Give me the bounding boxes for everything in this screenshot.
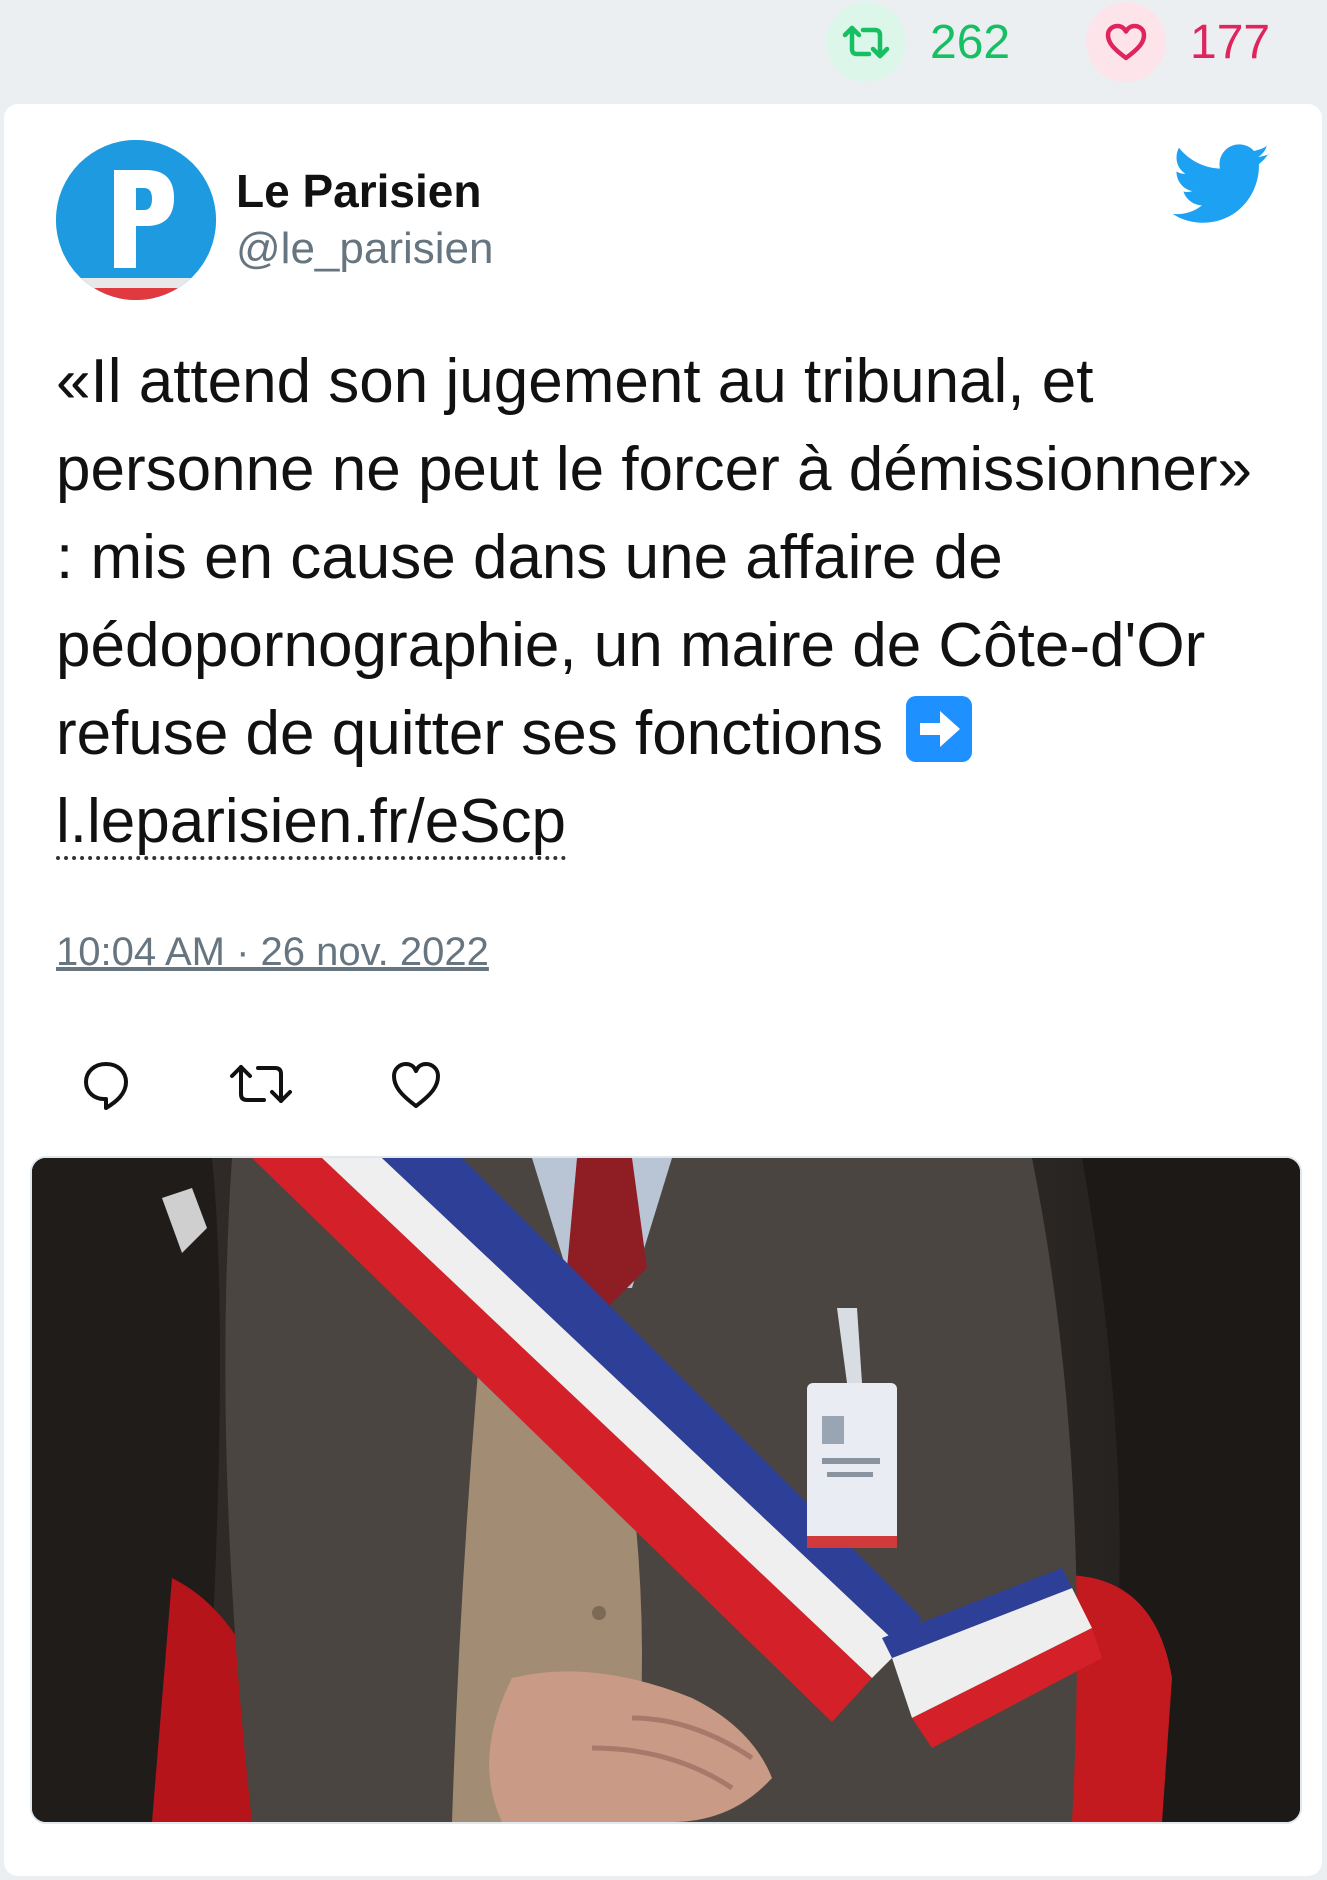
retweet-count: 262 — [930, 15, 1011, 69]
retweet-icon — [826, 2, 906, 82]
heart-button-icon[interactable] — [386, 1054, 446, 1114]
tweet-body: «Il attend son jugement au tribunal, et … — [56, 347, 1252, 768]
retweet-count-stat[interactable]: 262 — [826, 2, 1010, 82]
tweet-link[interactable]: l.leparisien.fr/eScp — [56, 787, 567, 860]
le-parisien-logo — [56, 140, 216, 300]
like-count-stat[interactable]: 177 — [1086, 2, 1270, 82]
retweet-button-icon[interactable] — [226, 1054, 296, 1114]
reply-icon[interactable] — [76, 1054, 136, 1114]
like-count: 177 — [1190, 15, 1271, 69]
heart-icon — [1086, 2, 1166, 82]
photo-mayor-with-sash — [32, 1158, 1300, 1822]
author-name[interactable]: Le Parisien — [236, 164, 481, 218]
tweet-card: Le Parisien @le_parisien «Il attend son … — [4, 104, 1322, 1876]
author-handle[interactable]: @le_parisien — [236, 224, 493, 274]
twitter-bird-icon[interactable] — [1172, 144, 1272, 226]
tweet-text: «Il attend son jugement au tribunal, et … — [56, 338, 1286, 866]
tweet-photo[interactable] — [30, 1156, 1302, 1824]
tweet-timestamp[interactable]: 10:04 AM · 26 nov. 2022 — [56, 930, 489, 975]
avatar[interactable] — [56, 140, 216, 300]
engagement-bar: 262 177 — [0, 0, 1327, 84]
right-arrow-emoji — [906, 696, 973, 762]
